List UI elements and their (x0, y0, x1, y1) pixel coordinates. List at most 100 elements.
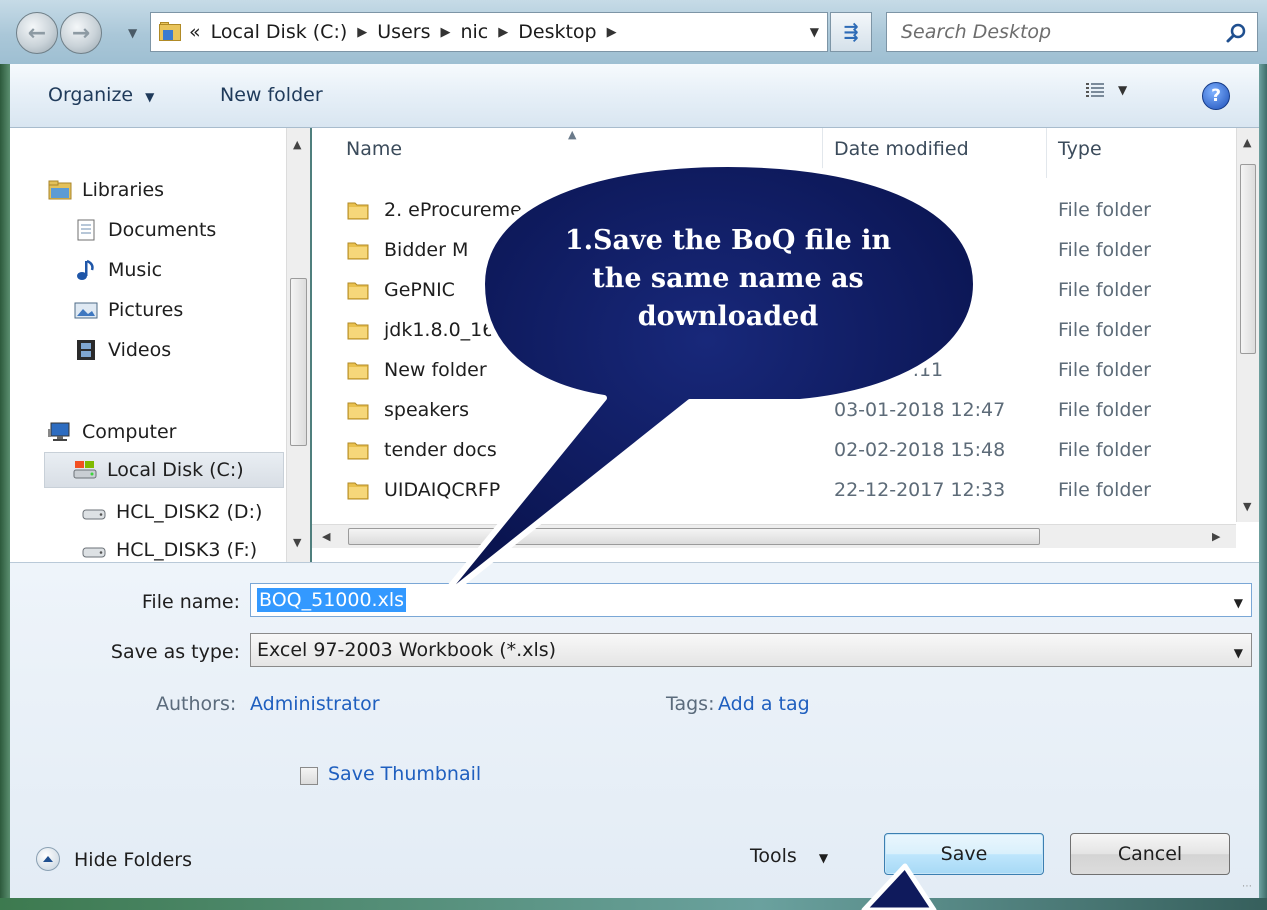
address-bar[interactable]: « Local Disk (C:) ▶ Users ▶ nic ▶ Deskto… (150, 12, 828, 52)
search-input[interactable] (901, 21, 1201, 43)
save-as-type-select[interactable]: Excel 97-2003 Workbook (*.xls) ▼ (250, 633, 1252, 667)
change-view-button[interactable]: ▼ (1086, 82, 1127, 98)
forward-arrow-icon: → (71, 20, 91, 46)
save-form: File name: BOQ_51000.xls ▼ Save as type:… (10, 562, 1259, 898)
nav-music-label: Music (108, 259, 163, 281)
help-button[interactable]: ? (1202, 82, 1230, 110)
nav-pictures[interactable]: Pictures (74, 292, 183, 328)
navigation-pane: Libraries Documents Music Pictures Video… (10, 128, 310, 562)
breadcrumb-separator-icon[interactable]: ▶ (440, 25, 450, 40)
file-list: Name ▲ Date modified Type 2. eProcureme 8… (312, 128, 1259, 562)
file-type: File folder (1058, 319, 1151, 341)
save-thumbnail-checkbox[interactable] (300, 767, 318, 785)
file-name-label: File name: (141, 591, 240, 613)
scroll-down-icon[interactable]: ▼ (293, 536, 301, 549)
refresh-button[interactable]: ⇶ (830, 12, 872, 52)
folder-icon (347, 402, 369, 420)
organize-menu[interactable]: Organize ▼ (48, 84, 154, 106)
callout-text: 1.Save the BoQ file in the same name as … (488, 222, 968, 336)
folder-icon (347, 202, 369, 220)
drive-icon (82, 547, 106, 558)
file-row[interactable]: New folder 2018 15:11 File folder (346, 350, 1236, 390)
file-row[interactable]: UIDAIQCRFP 22-12-2017 12:33 File folder (346, 470, 1236, 510)
tools-menu[interactable]: Tools ▼ (750, 845, 828, 867)
tags-value[interactable]: Add a tag (718, 693, 810, 715)
nav-scrollbar[interactable]: ▲ ▼ (286, 128, 310, 562)
breadcrumb-local-disk[interactable]: Local Disk (C:) (211, 21, 348, 43)
scroll-left-icon[interactable]: ◀ (322, 530, 330, 543)
column-date-modified[interactable]: Date modified (834, 138, 969, 160)
nav-hcl-disk2-label: HCL_DISK2 (D:) (116, 501, 263, 523)
scroll-up-icon[interactable]: ▲ (293, 138, 301, 151)
column-type[interactable]: Type (1058, 138, 1102, 160)
file-row[interactable]: tender docs 02-02-2018 15:48 File folder (346, 430, 1236, 470)
breadcrumb-desktop[interactable]: Desktop (518, 21, 596, 43)
horizontal-scrollbar[interactable]: ◀ ▶ (312, 524, 1236, 548)
list-scrollbar[interactable]: ▲ ▼ (1236, 128, 1259, 522)
resize-grip-icon[interactable]: ⋯ (1242, 881, 1252, 892)
file-date: 22-12-2017 12:33 (834, 479, 1006, 501)
scroll-right-icon[interactable]: ▶ (1212, 530, 1220, 543)
save-as-type-label: Save as type: (110, 641, 240, 663)
search-icon[interactable] (1225, 22, 1247, 44)
breadcrumb-separator-icon[interactable]: ▶ (357, 25, 367, 40)
folder-icon (159, 22, 181, 42)
nav-videos-label: Videos (108, 339, 172, 361)
file-type: File folder (1058, 439, 1151, 461)
breadcrumb-separator-icon[interactable]: ▶ (498, 25, 508, 40)
chevron-down-icon: ▼ (1233, 646, 1243, 660)
nav-documents[interactable]: Documents (74, 212, 216, 248)
file-date: 02-02-2018 15:48 (834, 439, 1006, 461)
cancel-button[interactable]: Cancel (1070, 833, 1230, 875)
refresh-icon: ⇶ (843, 21, 859, 43)
command-bar: Organize ▼ New folder ▼ ? (10, 64, 1259, 128)
column-name[interactable]: Name (346, 138, 402, 160)
window-frame-right (1259, 0, 1267, 910)
nav-local-disk-c[interactable]: Local Disk (C:) (44, 452, 284, 488)
list-scrollbar-thumb[interactable] (1240, 164, 1256, 354)
nav-pictures-label: Pictures (108, 299, 184, 321)
file-name-input[interactable]: BOQ_51000.xls (257, 588, 407, 612)
chevron-down-icon: ▼ (818, 851, 829, 865)
file-type: File folder (1058, 199, 1151, 221)
hide-folders-button[interactable]: Hide Folders (74, 849, 192, 871)
file-date: 03-01-2018 12:47 (834, 399, 1006, 421)
hide-folders-icon[interactable] (36, 847, 60, 871)
nav-hcl-disk3[interactable]: HCL_DISK3 (F:) (82, 532, 257, 562)
nav-videos[interactable]: Videos (74, 332, 171, 368)
authors-value[interactable]: Administrator (250, 693, 380, 715)
scroll-up-icon[interactable]: ▲ (1243, 136, 1251, 149)
nav-computer[interactable]: Computer (48, 414, 176, 450)
nav-hcl-disk3-label: HCL_DISK3 (F:) (116, 539, 258, 561)
folder-icon (347, 282, 369, 300)
save-thumbnail-label[interactable]: Save Thumbnail (328, 763, 481, 785)
file-name: 2. eProcureme (384, 199, 522, 221)
new-folder-button[interactable]: New folder (220, 84, 323, 106)
recent-pages-dropdown[interactable]: ▼ (128, 26, 137, 40)
nav-scrollbar-thumb[interactable] (290, 278, 307, 446)
breadcrumb-separator-icon[interactable]: ▶ (607, 25, 617, 40)
scroll-down-icon[interactable]: ▼ (1243, 500, 1251, 513)
nav-music[interactable]: Music (74, 252, 162, 288)
nav-documents-label: Documents (108, 219, 217, 241)
address-dropdown-icon[interactable]: ▼ (810, 25, 819, 39)
nav-libraries[interactable]: Libraries (48, 172, 164, 208)
file-name-field[interactable]: BOQ_51000.xls ▼ (250, 583, 1252, 617)
back-button[interactable]: ← (16, 12, 58, 54)
file-name: speakers (384, 399, 470, 421)
nav-hcl-disk2[interactable]: HCL_DISK2 (D:) (82, 494, 262, 530)
save-button[interactable]: Save (884, 833, 1044, 875)
breadcrumb-overflow[interactable]: « (189, 21, 201, 43)
chevron-down-icon[interactable]: ▼ (1234, 596, 1243, 610)
forward-button[interactable]: → (60, 12, 102, 54)
breadcrumb-nic[interactable]: nic (460, 21, 488, 43)
horizontal-scrollbar-thumb[interactable] (348, 528, 1040, 545)
breadcrumb: « Local Disk (C:) ▶ Users ▶ nic ▶ Deskto… (189, 21, 627, 43)
back-arrow-icon: ← (27, 20, 47, 46)
breadcrumb-users[interactable]: Users (377, 21, 430, 43)
file-row[interactable]: speakers 03-01-2018 12:47 File folder (346, 390, 1236, 430)
folder-icon (347, 242, 369, 260)
folder-icon (347, 442, 369, 460)
folder-icon (347, 322, 369, 340)
file-name: UIDAIQCRFP (384, 479, 501, 501)
